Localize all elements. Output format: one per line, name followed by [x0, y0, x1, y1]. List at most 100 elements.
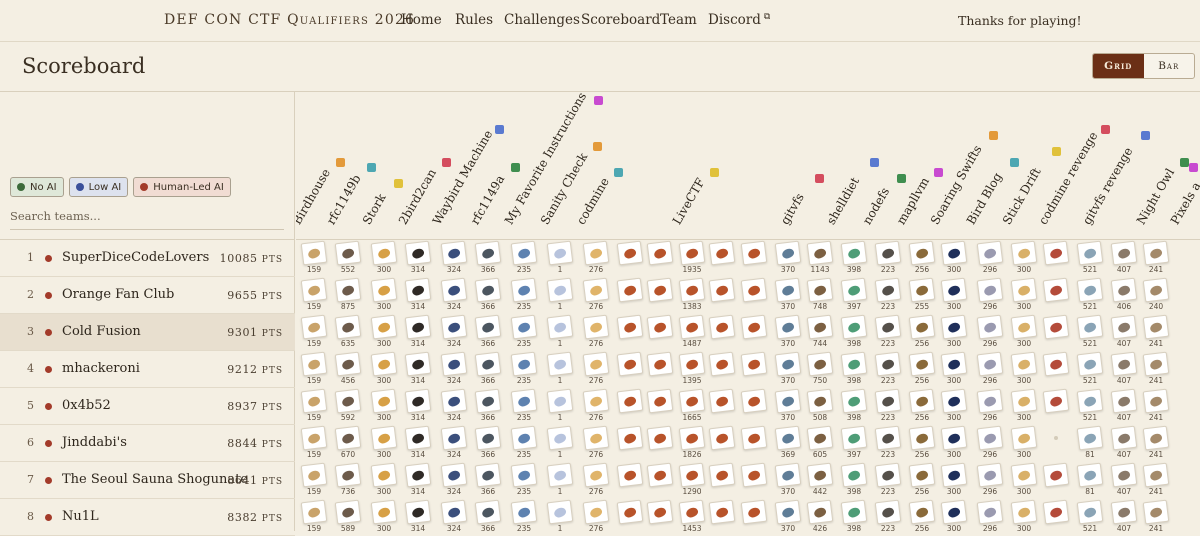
solve-cell[interactable]: 370: [774, 388, 802, 422]
solve-cell[interactable]: 589: [334, 499, 362, 531]
brand-title[interactable]: DEF CON CTF Qualifiers 2026: [164, 12, 415, 28]
solve-cell[interactable]: 324: [440, 388, 468, 422]
solve-cell[interactable]: 407: [1110, 388, 1138, 422]
solve-cell[interactable]: 366: [474, 499, 502, 531]
solve-cell[interactable]: 398: [840, 388, 868, 422]
solve-cell[interactable]: 300: [370, 277, 398, 311]
solve-cell[interactable]: [616, 240, 644, 274]
solve-cell[interactable]: 256: [908, 314, 936, 348]
solve-cell[interactable]: 1383: [678, 277, 706, 311]
solve-cell[interactable]: 1487: [678, 314, 706, 348]
solve-cell[interactable]: 314: [404, 462, 432, 496]
solve-cell[interactable]: 521: [1076, 240, 1104, 274]
solve-cell[interactable]: [616, 499, 644, 531]
solve-cell[interactable]: 235: [510, 314, 538, 348]
solve-cell[interactable]: 370: [774, 351, 802, 385]
solve-cell[interactable]: 1665: [678, 388, 706, 422]
solve-cell[interactable]: 241: [1142, 425, 1170, 459]
team-row[interactable]: 6 Jinddabi's 8844 PTS: [0, 425, 295, 462]
solve-cell[interactable]: [708, 388, 736, 422]
team-row[interactable]: 1 SuperDiceCodeLovers 10085 PTS: [0, 240, 295, 277]
solve-cell[interactable]: 366: [474, 240, 502, 274]
solve-cell[interactable]: 442: [806, 462, 834, 496]
solve-cell[interactable]: [740, 425, 768, 459]
solve-cell[interactable]: [1042, 388, 1070, 422]
solve-cell[interactable]: [646, 425, 674, 459]
solve-cell[interactable]: 300: [940, 277, 968, 311]
solve-cell[interactable]: 296: [976, 499, 1004, 531]
solve-cell[interactable]: 1935: [678, 240, 706, 274]
solve-cell[interactable]: 159: [300, 351, 328, 385]
solve-cell[interactable]: 1: [546, 314, 574, 348]
challenge-label[interactable]: LiveCTF: [670, 176, 708, 227]
solve-cell[interactable]: [740, 351, 768, 385]
solve-cell[interactable]: 300: [940, 314, 968, 348]
solve-cell[interactable]: 296: [976, 425, 1004, 459]
solve-cell[interactable]: 241: [1142, 499, 1170, 531]
solve-cell[interactable]: [740, 462, 768, 496]
solve-cell[interactable]: 241: [1142, 314, 1170, 348]
team-row[interactable]: 3 Cold Fusion 9301 PTS: [0, 314, 295, 351]
solve-cell[interactable]: [708, 277, 736, 311]
solve-cell[interactable]: 300: [940, 425, 968, 459]
solve-cell[interactable]: 397: [840, 277, 868, 311]
team-row[interactable]: 5 0x4b52 8937 PTS: [0, 388, 295, 425]
solve-cell[interactable]: 235: [510, 499, 538, 531]
solve-cell[interactable]: 159: [300, 240, 328, 274]
solve-cell[interactable]: 370: [774, 499, 802, 531]
solve-cell[interactable]: 223: [874, 462, 902, 496]
solve-cell[interactable]: 300: [370, 388, 398, 422]
solve-cell[interactable]: 255: [908, 277, 936, 311]
solve-cell[interactable]: [616, 388, 644, 422]
solve-cell[interactable]: 223: [874, 240, 902, 274]
solve-cell[interactable]: 1453: [678, 499, 706, 531]
solve-cell[interactable]: 407: [1110, 240, 1138, 274]
solve-cell[interactable]: 605: [806, 425, 834, 459]
solve-cell[interactable]: [708, 240, 736, 274]
solve-cell[interactable]: 314: [404, 351, 432, 385]
solve-cell[interactable]: 276: [582, 388, 610, 422]
solve-cell[interactable]: 635: [334, 314, 362, 348]
solve-cell[interactable]: 159: [300, 425, 328, 459]
solve-cell[interactable]: 300: [370, 462, 398, 496]
solve-cell[interactable]: 407: [1110, 314, 1138, 348]
solve-cell[interactable]: 1395: [678, 351, 706, 385]
solve-cell[interactable]: [646, 240, 674, 274]
solve-cell[interactable]: 370: [774, 240, 802, 274]
solve-cell[interactable]: 366: [474, 388, 502, 422]
solve-cell[interactable]: [740, 314, 768, 348]
solve-cell[interactable]: [646, 388, 674, 422]
solve-cell[interactable]: 366: [474, 462, 502, 496]
solve-cell[interactable]: 296: [976, 314, 1004, 348]
solve-cell[interactable]: 748: [806, 277, 834, 311]
solve-cell[interactable]: [1042, 314, 1070, 348]
challenge-label[interactable]: shelldiet: [824, 175, 862, 227]
solve-cell[interactable]: 276: [582, 499, 610, 531]
team-row[interactable]: 4 mhackeroni 9212 PTS: [0, 351, 295, 388]
solve-cell[interactable]: [708, 425, 736, 459]
solve-cell[interactable]: 223: [874, 425, 902, 459]
solve-cell[interactable]: 159: [300, 388, 328, 422]
solve-cell[interactable]: 235: [510, 351, 538, 385]
solve-cell[interactable]: 296: [976, 462, 1004, 496]
solve-cell[interactable]: 1: [546, 499, 574, 531]
solve-cell[interactable]: 521: [1076, 277, 1104, 311]
solve-cell[interactable]: 81: [1076, 462, 1104, 496]
solve-cell[interactable]: [1042, 351, 1070, 385]
solve-cell[interactable]: 240: [1142, 277, 1170, 311]
solve-cell[interactable]: 1: [546, 240, 574, 274]
solve-cell[interactable]: 223: [874, 499, 902, 531]
solve-cell[interactable]: 552: [334, 240, 362, 274]
solve-cell[interactable]: 314: [404, 277, 432, 311]
solve-cell[interactable]: 256: [908, 351, 936, 385]
solve-cell[interactable]: 276: [582, 462, 610, 496]
nav-team[interactable]: Team: [660, 12, 697, 28]
solve-cell[interactable]: 397: [840, 425, 868, 459]
solve-cell[interactable]: 366: [474, 425, 502, 459]
solve-cell[interactable]: 508: [806, 388, 834, 422]
solve-cell[interactable]: 366: [474, 314, 502, 348]
solve-cell[interactable]: [740, 499, 768, 531]
solve-cell[interactable]: 223: [874, 351, 902, 385]
solve-cell[interactable]: [1042, 462, 1070, 496]
solve-cell[interactable]: 407: [1110, 462, 1138, 496]
